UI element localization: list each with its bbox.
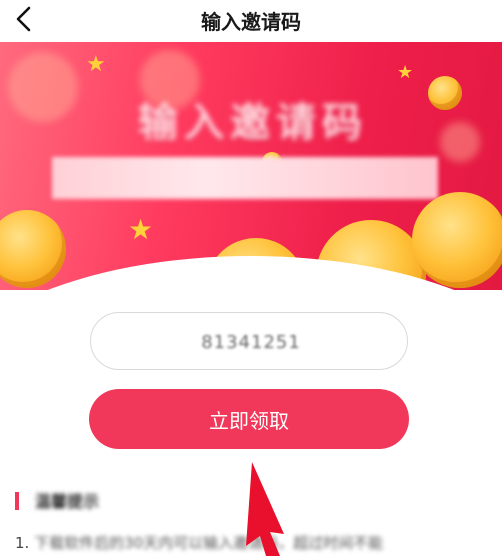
top-bar: 输入邀请码 bbox=[0, 0, 502, 42]
invite-banner: ★ ★ ★ 输入邀请码 bbox=[0, 42, 502, 290]
invite-code-field[interactable] bbox=[90, 312, 411, 371]
star-icon: ★ bbox=[397, 62, 414, 83]
star-icon: ★ bbox=[86, 52, 106, 77]
tip-item: 1. 下载软件后的30天内可以输入邀请码，超过时间不能 bbox=[15, 532, 383, 553]
coin-icon bbox=[412, 192, 502, 288]
banner-heading: 输入邀请码 bbox=[138, 100, 368, 146]
star-icon: ★ bbox=[128, 213, 154, 246]
tips-accent-bar bbox=[15, 492, 19, 510]
page-title: 输入邀请码 bbox=[201, 10, 301, 34]
invite-code-input[interactable] bbox=[91, 313, 411, 371]
coin-icon bbox=[0, 210, 66, 288]
tips-title: 温馨提示 bbox=[35, 492, 100, 511]
coin-icon bbox=[428, 76, 462, 110]
tip-number: 1. bbox=[15, 534, 30, 552]
decor-blob bbox=[8, 52, 78, 122]
tip-text: 下载软件后的30天内可以输入邀请码，超过时间不能 bbox=[34, 534, 384, 552]
arrow-pointer-icon bbox=[246, 462, 284, 556]
decor-blob bbox=[440, 122, 480, 162]
claim-button[interactable]: 立即领取 bbox=[89, 389, 409, 449]
banner-ribbon bbox=[52, 157, 438, 199]
